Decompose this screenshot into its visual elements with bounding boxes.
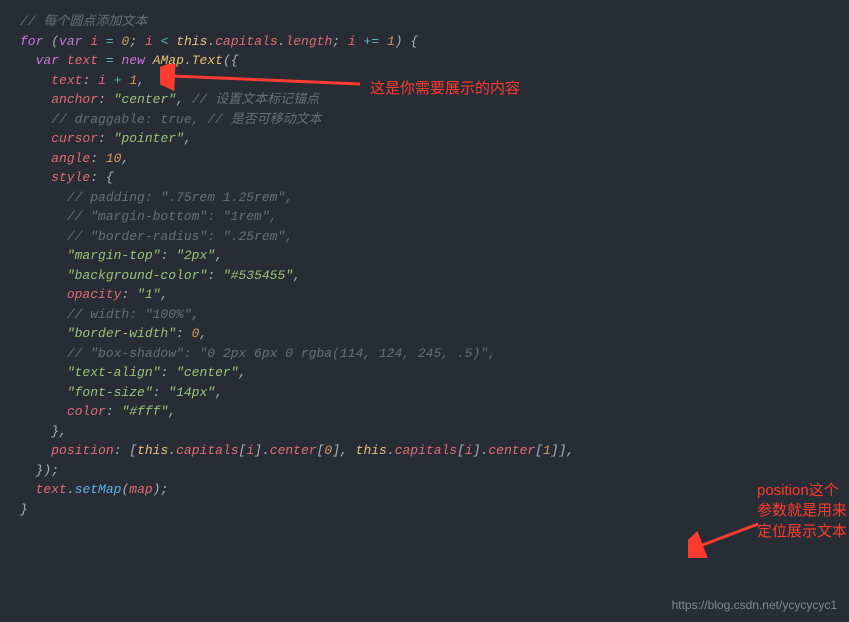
code-block: // 每个圆点添加文本 for (var i = 0; i < this.cap… [20,12,839,519]
watermark: https://blog.csdn.net/ycycycyc1 [672,596,837,614]
arrow-icon [688,518,768,558]
comment-line: // 每个圆点添加文本 [20,14,147,29]
